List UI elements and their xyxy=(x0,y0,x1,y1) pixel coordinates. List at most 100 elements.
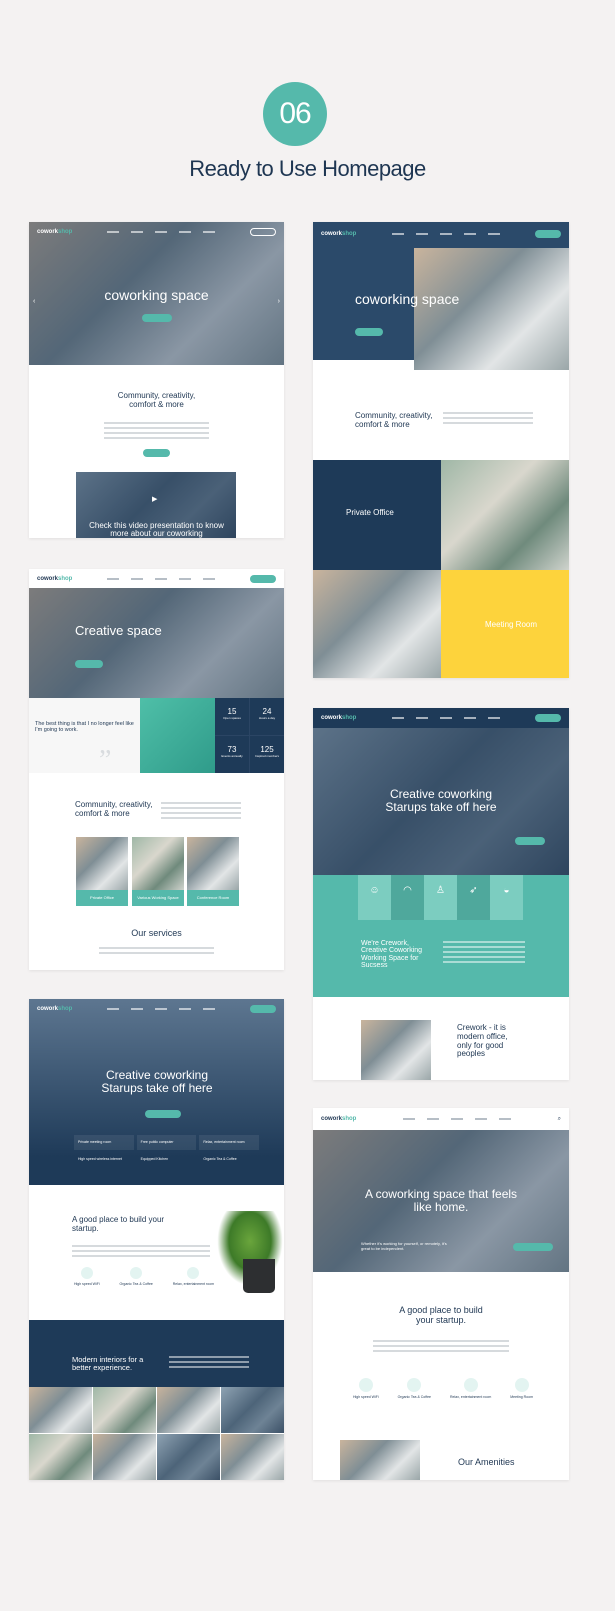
nav-bar: coworkshop xyxy=(29,222,284,242)
users-icon: ☺ xyxy=(358,875,391,920)
gallery-photo xyxy=(221,1387,284,1433)
hero-button[interactable] xyxy=(515,837,545,845)
search-icon[interactable]: ⌕ xyxy=(558,1116,561,1123)
services-title: Our services xyxy=(131,928,182,938)
card-image xyxy=(187,837,239,890)
book-button[interactable] xyxy=(535,714,561,722)
card-image xyxy=(132,837,184,890)
homepage-preview-6[interactable]: coworkshop ⌕ A coworking space that feels… xyxy=(313,1108,569,1480)
stat: 15 Open spaces xyxy=(215,698,249,735)
section-title: A good place to build your startup. xyxy=(72,1215,165,1233)
homepage-preview-5[interactable]: coworkshop Creative coworking Starups ta… xyxy=(29,999,284,1480)
features-grid: Private meeting room Free public compute… xyxy=(74,1135,259,1167)
support-icon: ♙ xyxy=(424,875,457,920)
office-photo xyxy=(313,570,441,678)
section-title: Crework - it is modern office, only for … xyxy=(457,1023,508,1059)
wifi-icon xyxy=(358,1378,373,1392)
wifi-icon: ◠ xyxy=(391,875,424,920)
office-photo xyxy=(361,1020,431,1080)
hero-title: coworking space xyxy=(104,287,209,303)
homepage-preview-4[interactable]: coworkshop Creative coworking Starups ta… xyxy=(313,708,569,1080)
gallery-photo xyxy=(221,1434,284,1480)
hero-title: coworking space xyxy=(355,291,460,307)
nav-bar: coworkshop xyxy=(313,708,569,728)
plant-pot xyxy=(243,1259,275,1293)
hero-title: Creative coworking Starups take off here xyxy=(385,787,497,814)
amenities-photo xyxy=(340,1440,420,1480)
member-photo xyxy=(140,698,215,773)
next-arrow-icon[interactable]: › xyxy=(278,298,280,305)
nav-bar: coworkshop xyxy=(29,999,284,1019)
card-private-office[interactable]: Private Office xyxy=(76,890,128,906)
book-button[interactable] xyxy=(250,1005,276,1013)
card-working-space[interactable]: Various Working Space xyxy=(132,890,184,906)
hero-title: A coworking space that feels like home. xyxy=(364,1187,518,1214)
amenities: High speed WiFi Organic Tea & Coffee Rel… xyxy=(353,1378,533,1399)
stat: 125 Inspired members xyxy=(250,736,284,773)
hero-subtitle: Whether it's working for yourself, or re… xyxy=(361,1241,447,1251)
coffee-icon xyxy=(407,1378,422,1392)
book-button[interactable] xyxy=(535,230,561,238)
logo: coworkshop xyxy=(321,1116,357,1122)
homepage-preview-2[interactable]: coworkshop coworking space Community, cr… xyxy=(313,222,569,678)
homepage-preview-1[interactable]: coworkshop coworking space ‹ › Community… xyxy=(29,222,284,538)
hero-button[interactable] xyxy=(142,314,172,322)
hero-button[interactable] xyxy=(513,1243,553,1251)
office-photo xyxy=(441,460,569,570)
testimonial-quote: The best thing is that I no longer feel … xyxy=(35,721,134,734)
logo: coworkshop xyxy=(37,229,73,235)
rocket-icon: ➶ xyxy=(457,875,490,920)
hero-image xyxy=(414,248,569,370)
meeting-icon xyxy=(514,1378,529,1392)
food-icon: ◒ xyxy=(490,875,523,920)
book-button[interactable] xyxy=(250,575,276,583)
band-title: Modern interiors for a better experience… xyxy=(72,1355,144,1372)
feature-icons: ☺ ◠ ♙ ➶ ◒ xyxy=(358,875,523,920)
gallery-photo xyxy=(93,1434,156,1480)
section-title: A good place to build your startup. xyxy=(399,1305,483,1325)
hero-button[interactable] xyxy=(355,328,383,336)
prev-arrow-icon[interactable]: ‹ xyxy=(33,298,35,305)
section-title: Community, creativity, comfort & more xyxy=(355,411,433,429)
gamepad-icon xyxy=(463,1378,478,1392)
hero-image xyxy=(29,588,284,698)
learn-more-button[interactable] xyxy=(143,449,170,457)
hero-button[interactable] xyxy=(75,660,103,668)
amenities: High speed WiFi Organic Tea & Coffee Rel… xyxy=(74,1267,214,1286)
card-conference-room[interactable]: Conference Room xyxy=(187,890,239,906)
quote-icon: ” xyxy=(99,745,112,776)
gallery-photo xyxy=(157,1387,220,1433)
card-image xyxy=(76,837,128,890)
coffee-icon xyxy=(130,1267,143,1279)
tile-private-office[interactable]: Private Office xyxy=(313,460,441,570)
gallery-photo xyxy=(29,1387,92,1433)
nav-bar: coworkshop xyxy=(313,224,569,244)
tile-meeting-room[interactable]: Meeting Room xyxy=(441,570,569,678)
book-button[interactable] xyxy=(250,228,276,236)
play-icon[interactable]: ▶ xyxy=(152,495,157,503)
stat: 24 Hours a day xyxy=(250,698,284,735)
nav-bar: coworkshop xyxy=(29,569,284,589)
wifi-icon xyxy=(80,1267,93,1279)
logo: coworkshop xyxy=(37,1006,73,1012)
band-title: We're Crework, Creative Coworking Workin… xyxy=(361,940,423,970)
gallery-photo xyxy=(93,1387,156,1433)
section-title: Community, creativity, comfort & more xyxy=(75,800,153,818)
page-title: Ready to Use Homepage xyxy=(189,156,426,181)
gallery-photo xyxy=(157,1434,220,1480)
section-number-badge: 06 xyxy=(263,82,327,146)
stat: 73 Events annually xyxy=(215,736,249,773)
hero-button[interactable] xyxy=(145,1110,181,1118)
nav-bar: coworkshop ⌕ xyxy=(313,1108,569,1130)
hero-title: Creative coworking Starups take off here xyxy=(101,1068,213,1095)
amenities-title: Our Amenities xyxy=(458,1457,515,1467)
video-caption: Check this video presentation to know mo… xyxy=(89,521,224,538)
hero-title: Creative space xyxy=(75,623,162,638)
gallery-photo xyxy=(29,1434,92,1480)
homepage-preview-3[interactable]: coworkshop Creative space The best thing… xyxy=(29,569,284,970)
gamepad-icon xyxy=(187,1267,200,1279)
logo: coworkshop xyxy=(37,576,73,582)
logo: coworkshop xyxy=(321,231,357,237)
section-title: Community, creativity, comfort & more xyxy=(117,391,196,409)
logo: coworkshop xyxy=(321,715,357,721)
